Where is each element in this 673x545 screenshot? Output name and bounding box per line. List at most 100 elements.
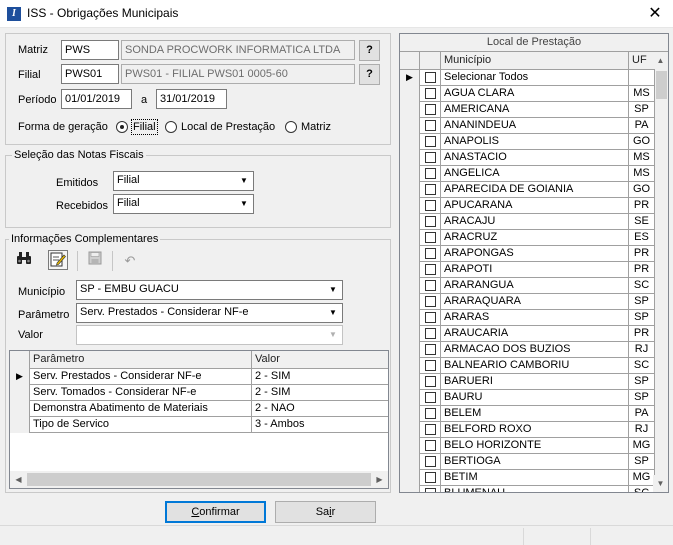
scroll-thumb[interactable] bbox=[656, 71, 667, 99]
cell-uf[interactable]: MS bbox=[629, 166, 655, 182]
cell-uf[interactable]: SC bbox=[629, 486, 655, 492]
undo-icon[interactable]: ↶ bbox=[120, 251, 140, 271]
confirmar-button[interactable]: Confirmar bbox=[165, 501, 266, 523]
cell-municipio[interactable]: BERTIOGA bbox=[441, 454, 629, 470]
parametro-select[interactable]: Serv. Prestados - Considerar NF-e ▼ bbox=[76, 303, 343, 323]
cell-parametro[interactable]: Serv. Tomados - Considerar NF-e bbox=[30, 385, 252, 401]
select-checkbox[interactable] bbox=[425, 152, 436, 163]
cell-uf[interactable]: PR bbox=[629, 326, 655, 342]
cell-municipio[interactable]: ARACRUZ bbox=[441, 230, 629, 246]
list-item[interactable]: BARUERI SP bbox=[400, 374, 655, 390]
list-item[interactable]: ARARAQUARA SP bbox=[400, 294, 655, 310]
scroll-thumb[interactable] bbox=[27, 473, 371, 486]
cell-parametro[interactable]: Tipo de Servico bbox=[30, 417, 252, 433]
list-item[interactable]: ANAPOLIS GO bbox=[400, 134, 655, 150]
select-checkbox[interactable] bbox=[425, 328, 436, 339]
select-checkbox[interactable] bbox=[425, 216, 436, 227]
select-checkbox[interactable] bbox=[425, 456, 436, 467]
cell-municipio[interactable]: APUCARANA bbox=[441, 198, 629, 214]
cell-uf[interactable]: PA bbox=[629, 406, 655, 422]
select-checkbox[interactable] bbox=[425, 168, 436, 179]
list-item[interactable]: BAURU SP bbox=[400, 390, 655, 406]
select-checkbox[interactable] bbox=[425, 280, 436, 291]
cell-uf[interactable]: SP bbox=[629, 374, 655, 390]
recebidos-select[interactable]: Filial ▼ bbox=[113, 194, 254, 214]
cell-municipio[interactable]: BLUMENAU bbox=[441, 486, 629, 492]
cell-uf[interactable]: SP bbox=[629, 454, 655, 470]
list-item[interactable]: BALNEARIO CAMBORIU SC bbox=[400, 358, 655, 374]
list-item[interactable]: ▶ Selecionar Todos bbox=[400, 70, 655, 86]
cell-municipio[interactable]: ARMACAO DOS BUZIOS bbox=[441, 342, 629, 358]
cell-uf[interactable]: PA bbox=[629, 118, 655, 134]
list-item[interactable]: ARAPONGAS PR bbox=[400, 246, 655, 262]
list-item[interactable]: ARAPOTI PR bbox=[400, 262, 655, 278]
cell-municipio[interactable]: ARAPONGAS bbox=[441, 246, 629, 262]
parametros-grid[interactable]: Parâmetro Valor ▶ Serv. Prestados - Consi… bbox=[9, 350, 389, 489]
select-checkbox[interactable] bbox=[425, 488, 436, 492]
row-indicator[interactable] bbox=[10, 417, 30, 433]
list-item[interactable]: AMERICANA SP bbox=[400, 102, 655, 118]
cell-municipio[interactable]: BELEM bbox=[441, 406, 629, 422]
list-item[interactable]: BELFORD ROXO RJ bbox=[400, 422, 655, 438]
row-indicator[interactable] bbox=[400, 438, 420, 454]
row-indicator[interactable] bbox=[10, 401, 30, 417]
cell-parametro[interactable]: Demonstra Abatimento de Materiais bbox=[30, 401, 252, 417]
row-indicator[interactable] bbox=[400, 470, 420, 486]
cell-municipio[interactable]: ARAPOTI bbox=[441, 262, 629, 278]
select-checkbox[interactable] bbox=[425, 88, 436, 99]
radio-filial[interactable] bbox=[116, 121, 128, 133]
cell-uf[interactable]: SC bbox=[629, 358, 655, 374]
list-item[interactable]: BERTIOGA SP bbox=[400, 454, 655, 470]
cell-valor[interactable]: 2 - SIM bbox=[252, 369, 388, 385]
cell-municipio[interactable]: ARAUCARIA bbox=[441, 326, 629, 342]
table-row[interactable]: Tipo de Servico 3 - Ambos bbox=[10, 417, 388, 433]
cell-municipio[interactable]: ANASTACIO bbox=[441, 150, 629, 166]
column-header-valor[interactable]: Valor bbox=[252, 351, 388, 369]
column-header-municipio[interactable]: Município bbox=[441, 52, 629, 70]
row-indicator[interactable] bbox=[400, 102, 420, 118]
periodo-end-input[interactable]: 31/01/2019 bbox=[156, 89, 227, 109]
select-checkbox[interactable] bbox=[425, 440, 436, 451]
select-checkbox[interactable] bbox=[425, 376, 436, 387]
cell-municipio[interactable]: ARARAS bbox=[441, 310, 629, 326]
cell-uf[interactable]: GO bbox=[629, 134, 655, 150]
row-indicator[interactable] bbox=[400, 294, 420, 310]
row-indicator[interactable] bbox=[400, 166, 420, 182]
cell-uf[interactable]: SC bbox=[629, 278, 655, 294]
parametros-grid-hscrollbar[interactable]: ◀ ▶ bbox=[10, 471, 388, 488]
cell-uf[interactable]: MS bbox=[629, 86, 655, 102]
select-checkbox[interactable] bbox=[425, 424, 436, 435]
list-item[interactable]: BLUMENAU SC bbox=[400, 486, 655, 492]
row-indicator[interactable] bbox=[400, 134, 420, 150]
matriz-lookup-button[interactable]: ? bbox=[359, 40, 380, 61]
radio-matriz[interactable] bbox=[285, 121, 297, 133]
row-indicator[interactable] bbox=[400, 342, 420, 358]
chevron-down-icon[interactable]: ▼ bbox=[325, 282, 341, 298]
row-indicator[interactable] bbox=[400, 486, 420, 492]
row-indicator[interactable] bbox=[400, 358, 420, 374]
select-checkbox[interactable] bbox=[425, 312, 436, 323]
radio-local-prestacao[interactable] bbox=[165, 121, 177, 133]
cell-parametro[interactable]: Serv. Prestados - Considerar NF-e bbox=[30, 369, 252, 385]
cell-uf[interactable]: RJ bbox=[629, 422, 655, 438]
cell-uf[interactable]: SP bbox=[629, 102, 655, 118]
local-prestacao-vscrollbar[interactable]: ▲ ▼ bbox=[653, 52, 668, 492]
select-checkbox[interactable] bbox=[425, 184, 436, 195]
row-indicator[interactable] bbox=[400, 278, 420, 294]
list-item[interactable]: BETIM MG bbox=[400, 470, 655, 486]
row-indicator[interactable]: ▶ bbox=[10, 369, 30, 385]
select-checkbox[interactable] bbox=[425, 360, 436, 371]
cell-valor[interactable]: 2 - NAO bbox=[252, 401, 388, 417]
row-indicator[interactable] bbox=[400, 326, 420, 342]
cell-municipio[interactable]: ANGELICA bbox=[441, 166, 629, 182]
chevron-down-icon[interactable]: ▼ bbox=[236, 173, 252, 189]
local-prestacao-grid[interactable]: Local de Prestação Município UF ▶ Selecio… bbox=[399, 33, 669, 493]
periodo-start-input[interactable]: 01/01/2019 bbox=[61, 89, 132, 109]
table-row[interactable]: Demonstra Abatimento de Materiais 2 - NAO bbox=[10, 401, 388, 417]
cell-municipio[interactable]: BARUERI bbox=[441, 374, 629, 390]
row-indicator[interactable]: ▶ bbox=[400, 70, 420, 86]
binoculars-icon[interactable] bbox=[14, 251, 34, 271]
list-item[interactable]: APUCARANA PR bbox=[400, 198, 655, 214]
list-item[interactable]: APARECIDA DE GOIANIA GO bbox=[400, 182, 655, 198]
row-indicator[interactable] bbox=[400, 182, 420, 198]
